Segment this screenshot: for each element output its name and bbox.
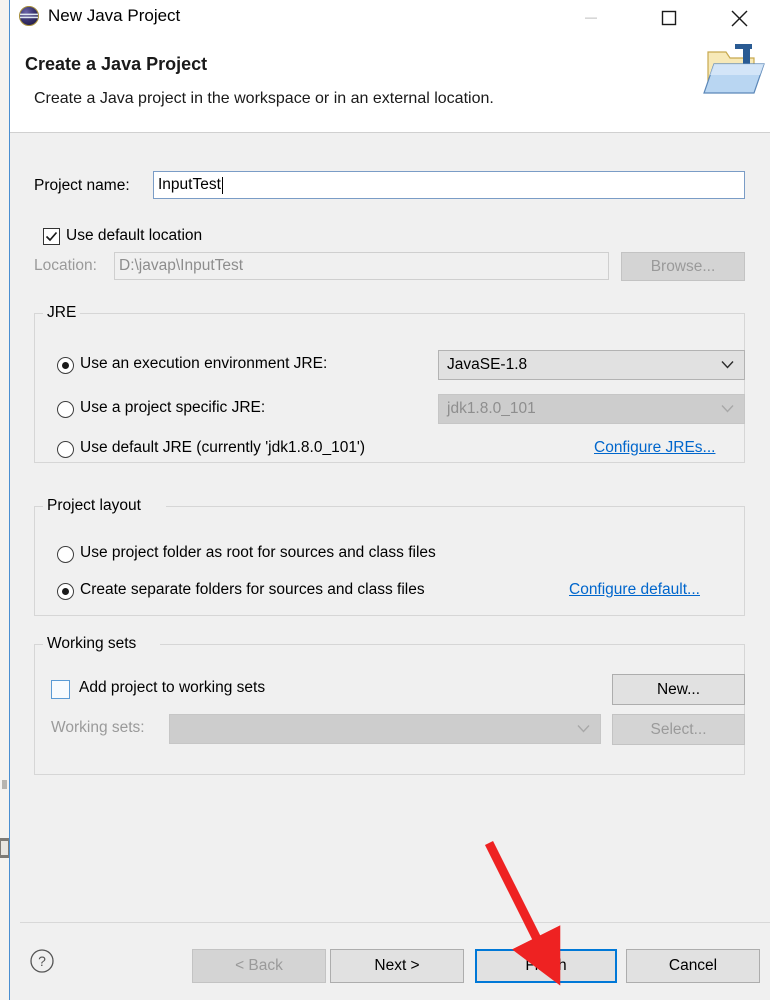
minimize-button[interactable] [568,0,614,36]
project-specific-jre-value: jdk1.8.0_101 [447,400,536,417]
add-project-to-working-sets-label: Add project to working sets [79,679,266,696]
chevron-down-icon [721,356,734,374]
background-fragment [2,780,7,789]
checkmark-icon [45,231,58,242]
project-layout-group-label: Project layout [43,497,145,515]
new-java-project-dialog: New Java Project Create a Java Project C… [9,0,770,1000]
radio-label-create-separate-folders: Create separate folders for sources and … [80,581,425,598]
close-button[interactable] [716,0,762,36]
radio-use-project-specific-jre[interactable] [57,401,74,418]
radio-use-default-jre[interactable] [57,441,74,458]
location-input: D:\javap\InputTest [114,252,609,280]
working-sets-combo [169,714,601,744]
new-working-set-button[interactable]: New... [612,674,745,705]
working-sets-group [34,644,745,775]
chevron-down-icon [577,720,590,738]
project-name-label: Project name: [34,177,130,194]
working-sets-group-label: Working sets [43,635,141,653]
execution-environment-combo[interactable]: JavaSE-1.8 [438,350,745,380]
finish-button[interactable]: Finish [475,949,617,983]
back-button: < Back [192,949,326,983]
wizard-header: Create a Java Project Create a Java proj… [10,36,770,133]
cancel-button[interactable]: Cancel [626,949,760,983]
page-description: Create a Java project in the workspace o… [34,90,494,107]
chevron-down-icon [721,400,734,418]
radio-label-project-folder-as-root: Use project folder as root for sources a… [80,544,436,561]
dialog-title: New Java Project [48,6,181,25]
page-title: Create a Java Project [25,54,208,74]
wizard-body: Project name: InputTest Use default loca… [10,133,770,933]
radio-dot [62,588,69,595]
maximize-icon [661,10,677,26]
add-project-to-working-sets-checkbox[interactable] [51,680,70,699]
use-default-location-label: Use default location [66,227,203,244]
dialog-footer: ? < Back Next > Finish Cancel [10,933,770,1000]
radio-label-execution-environment: Use an execution environment JRE: [80,355,328,372]
project-name-input[interactable]: InputTest [153,171,745,199]
browse-button: Browse... [621,252,745,281]
radio-create-separate-folders[interactable] [57,583,74,600]
location-label: Location: [34,257,97,274]
close-icon [731,10,747,26]
footer-separator [20,922,770,923]
configure-jres-link[interactable]: Configure JREs... [594,439,715,457]
background-fragment [1,841,8,855]
help-icon[interactable]: ? [29,948,55,978]
configure-default-link[interactable]: Configure default... [569,581,700,599]
radio-use-execution-environment-jre[interactable] [57,357,74,374]
svg-text:?: ? [38,953,46,969]
new-java-project-wizard-icon [702,38,770,100]
background-window-strip [0,0,9,1000]
maximize-button[interactable] [646,0,692,36]
select-working-set-button: Select... [612,714,745,745]
working-sets-label: Working sets: [51,719,145,736]
dialog-titlebar[interactable]: New Java Project [10,0,770,36]
jre-group-label: JRE [43,304,81,322]
next-button[interactable]: Next > [330,949,464,983]
radio-label-project-specific-jre: Use a project specific JRE: [80,399,266,416]
java-project-icon [18,5,40,27]
text-cursor [221,176,223,194]
use-default-location-checkbox[interactable] [43,228,60,245]
radio-label-default-jre: Use default JRE (currently 'jdk1.8.0_101… [80,439,366,456]
location-value: D:\javap\InputTest [119,257,244,274]
execution-environment-value: JavaSE-1.8 [447,356,528,373]
radio-project-folder-as-root[interactable] [57,546,74,563]
project-specific-jre-combo: jdk1.8.0_101 [438,394,745,424]
project-name-value: InputTest [158,176,221,193]
radio-dot [62,362,69,369]
minimize-icon [585,17,597,19]
